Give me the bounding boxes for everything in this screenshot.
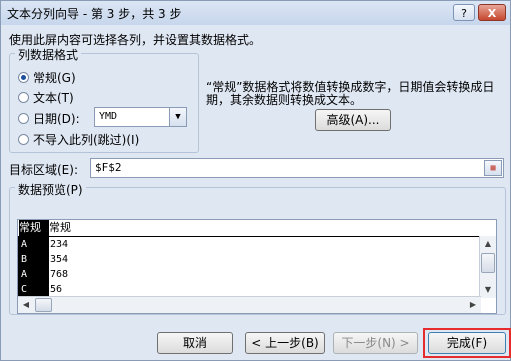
radio-general[interactable]: 常规(G) xyxy=(18,69,76,86)
radio-general-label: 常规(G) xyxy=(33,71,76,85)
advanced-button[interactable]: 高级(A)... xyxy=(315,109,391,131)
radio-date-label: 日期(D): xyxy=(33,112,80,126)
title-bar[interactable]: 文本分列向导 - 第 3 步，共 3 步 ? X xyxy=(1,1,510,25)
table-cell: C xyxy=(21,284,28,295)
radio-skip[interactable]: 不导入此列(跳过)(I) xyxy=(18,131,139,148)
destination-value: $F$2 xyxy=(95,161,122,174)
date-format-select[interactable]: YMD ▼ xyxy=(94,107,187,127)
text-to-columns-wizard-window: 文本分列向导 - 第 3 步，共 3 步 ? X 使用此屏内容可选择各列，并设置… xyxy=(0,0,511,361)
radio-indicator[interactable] xyxy=(18,72,29,83)
range-picker-icon[interactable]: ▦ xyxy=(484,160,502,176)
scroll-up-icon[interactable]: ▲ xyxy=(480,236,496,252)
column-format-label: 列数据格式 xyxy=(15,46,82,63)
scroll-right-icon[interactable]: ▶ xyxy=(465,297,481,313)
destination-label: 目标区域(E): xyxy=(9,163,78,177)
next-button[interactable]: 下一步(N) > xyxy=(333,332,418,354)
radio-indicator[interactable] xyxy=(18,92,29,103)
finish-highlight-box xyxy=(423,328,511,358)
scroll-down-icon[interactable]: ▼ xyxy=(480,282,496,298)
close-button[interactable]: X xyxy=(478,4,506,21)
table-cell: A xyxy=(21,269,28,280)
date-format-value: YMD xyxy=(99,111,118,122)
horizontal-scrollbar[interactable]: ◀ ▶ xyxy=(18,296,481,313)
radio-skip-label: 不导入此列(跳过)(I) xyxy=(33,133,140,147)
table-cell: B xyxy=(21,254,28,265)
table-cell: 768 xyxy=(50,269,69,280)
radio-text-label: 文本(T) xyxy=(33,91,74,105)
radio-text[interactable]: 文本(T) xyxy=(18,89,74,106)
table-cell: 56 xyxy=(50,284,63,295)
column-header-selected[interactable]: 常规 xyxy=(19,220,49,237)
help-button[interactable]: ? xyxy=(453,4,475,21)
data-preview-grid[interactable]: 常规 常规 A 234 B 354 A 768 C 56 ▲ ▼ ◀ ▶ xyxy=(17,219,497,314)
back-button[interactable]: < 上一步(B) xyxy=(245,332,325,354)
radio-date[interactable]: 日期(D): xyxy=(18,110,80,127)
table-cell: 234 xyxy=(50,239,69,250)
window-title: 文本分列向导 - 第 3 步，共 3 步 xyxy=(7,7,182,21)
chevron-down-icon[interactable]: ▼ xyxy=(169,108,186,126)
format-hint-text: “常规”数据格式将数值转换成数字，日期值会转换成日期，其余数据则转换成文本。 xyxy=(206,80,495,107)
column-header[interactable]: 常规 xyxy=(49,220,481,237)
table-cell: 354 xyxy=(50,254,69,265)
horizontal-scroll-thumb[interactable] xyxy=(35,298,52,312)
scroll-left-icon[interactable]: ◀ xyxy=(18,297,34,313)
radio-indicator[interactable] xyxy=(18,134,29,145)
cancel-button[interactable]: 取消 xyxy=(157,332,233,354)
radio-indicator[interactable] xyxy=(18,113,29,124)
vertical-scroll-thumb[interactable] xyxy=(481,253,495,273)
vertical-scrollbar[interactable]: ▲ ▼ xyxy=(479,236,496,298)
destination-input[interactable]: $F$2 ▦ xyxy=(90,158,504,178)
table-cell: A xyxy=(21,239,28,250)
preview-label: 数据预览(P) xyxy=(15,181,86,198)
